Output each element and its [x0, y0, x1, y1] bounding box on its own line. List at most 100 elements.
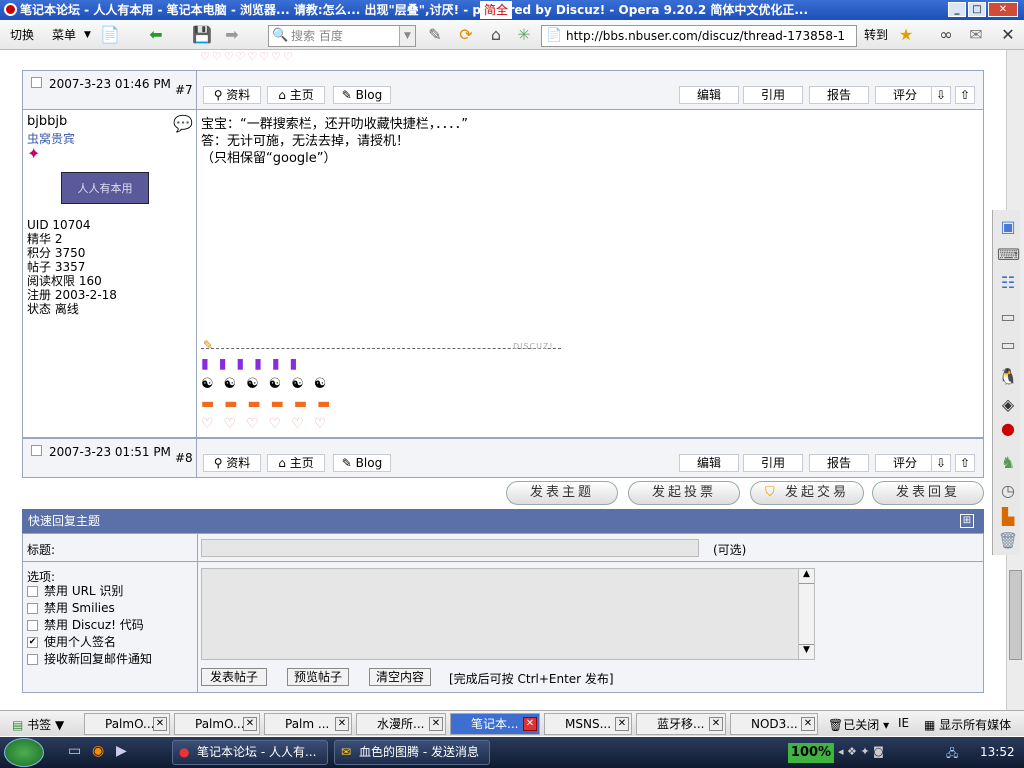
post8-report-button[interactable]: 报告 [809, 454, 869, 472]
tab-nod32[interactable]: NOD3... ✕ [730, 713, 818, 735]
post8-blog-button[interactable]: ✎ Blog [333, 454, 391, 472]
post7-profile-button[interactable]: ⚲ 资料 [203, 86, 261, 104]
close-icon[interactable]: ✕ [709, 717, 723, 731]
post8-profile-button[interactable]: ⚲ 资料 [203, 454, 261, 472]
message-textarea[interactable]: ▲ ▼ [201, 568, 815, 660]
task-opera[interactable]: ● 笔记本论坛 - 人人有... [172, 740, 328, 765]
menu-button[interactable]: 菜单 [52, 27, 76, 43]
post8-select-checkbox[interactable] [31, 445, 42, 456]
tab-palmo-2[interactable]: PalmO... ✕ [174, 713, 260, 735]
scroll-down-icon[interactable]: ⇩ [931, 454, 951, 472]
post8-quote-button[interactable]: 引用 [743, 454, 803, 472]
address-bar[interactable]: 📄 http://bbs.nbuser.com/discuz/thread-17… [541, 25, 857, 47]
ime-indicator[interactable]: 简全 [480, 1, 513, 19]
home-icon[interactable]: ⌂ [486, 25, 506, 45]
close-page-icon[interactable]: ✕ [998, 25, 1018, 45]
new-trade-button[interactable]: ⛉ 发起交易 [750, 481, 864, 505]
checkbox-checked[interactable]: ✔ [27, 637, 38, 648]
app-icon[interactable]: ◈ [997, 394, 1019, 416]
collapse-icon[interactable]: ⊞ [960, 514, 974, 528]
drive2-icon[interactable]: ▭ [997, 334, 1019, 356]
post7-edit-button[interactable]: 编辑 [679, 86, 739, 104]
chart-icon[interactable]: ▙ [997, 506, 1019, 528]
start-button[interactable] [4, 738, 44, 767]
search-input[interactable]: 🔍 搜索 百度 ▼ [268, 25, 416, 47]
chevron-down-icon[interactable]: ▼ [84, 27, 91, 43]
feed-icon[interactable]: ✳ [514, 25, 534, 45]
message-icon[interactable]: 💬 [173, 114, 193, 133]
opera-icon[interactable]: ● [997, 418, 1019, 440]
close-icon[interactable]: ✕ [243, 717, 257, 731]
refresh-icon[interactable]: ⟳ [456, 25, 476, 45]
clock-icon[interactable]: ◷ [997, 480, 1019, 502]
subject-input[interactable] [201, 539, 699, 557]
tab-bluetooth[interactable]: 蓝牙移... ✕ [636, 713, 726, 735]
close-icon[interactable]: ✕ [429, 717, 443, 731]
post8-edit-button[interactable]: 编辑 [679, 454, 739, 472]
search-dropdown-icon[interactable]: ▼ [399, 26, 415, 46]
option-use-signature[interactable]: ✔ 使用个人签名 [27, 634, 152, 651]
show-desktop-icon[interactable]: ▭ [68, 743, 81, 759]
clear-content-button[interactable]: 清空内容 [369, 668, 431, 686]
close-button[interactable]: ✕ [988, 2, 1018, 17]
scroll-down-icon[interactable]: ⇩ [931, 86, 951, 104]
task-messenger[interactable]: ✉ 血色的图腾 - 发送消息 [334, 740, 490, 765]
scroll-top-icon[interactable]: ⇧ [955, 86, 975, 104]
new-page-icon[interactable]: 📄 [100, 25, 120, 45]
minimize-button[interactable]: _ [948, 2, 966, 17]
option-disable-smilies[interactable]: 禁用 Smilies [27, 600, 152, 617]
submit-post-button[interactable]: 发表帖子 [201, 668, 267, 686]
post7-report-button[interactable]: 报告 [809, 86, 869, 104]
ie-label[interactable]: IE [898, 716, 909, 730]
save-icon[interactable]: 💾 [192, 25, 212, 45]
close-icon[interactable]: ✕ [153, 717, 167, 731]
back-arrow-icon[interactable]: ⬅ [146, 25, 166, 45]
option-email-notify[interactable]: 接收新回复邮件通知 [27, 651, 152, 668]
option-disable-discuz-code[interactable]: 禁用 Discuz! 代码 [27, 617, 152, 634]
checkbox[interactable] [27, 620, 38, 631]
post8-home-button[interactable]: ⌂ 主页 [267, 454, 325, 472]
post7-select-checkbox[interactable] [31, 77, 42, 88]
post7-quote-button[interactable]: 引用 [743, 86, 803, 104]
tab-palm[interactable]: Palm ... ✕ [264, 713, 352, 735]
switch-button[interactable]: 切换 [10, 27, 34, 43]
media-player-icon[interactable]: ▶ [116, 743, 127, 759]
network-tray-icon[interactable]: 🖧 [946, 745, 958, 764]
closed-tabs-button[interactable]: 🗑已关闭 ▾ [828, 716, 889, 733]
new-topic-button[interactable]: 发表主题 [506, 481, 618, 505]
close-icon[interactable]: ✕ [801, 717, 815, 731]
scroll-top-icon[interactable]: ⇧ [955, 454, 975, 472]
checkbox[interactable] [27, 603, 38, 614]
trash-icon[interactable]: 🗑 [997, 530, 1019, 552]
bookmark-star-icon[interactable]: ★ [896, 25, 916, 45]
computer-icon[interactable]: ⌨ [997, 244, 1020, 266]
binoculars-icon[interactable]: ∞ [936, 25, 956, 45]
close-icon[interactable]: ✕ [523, 717, 537, 731]
firefox-icon[interactable]: ◉ [92, 743, 104, 759]
zoom-indicator[interactable]: 100% [788, 743, 834, 763]
textarea-scrollbar[interactable]: ▲ ▼ [798, 569, 814, 659]
maximize-button[interactable]: □ [968, 2, 986, 17]
monitor-icon[interactable]: ▣ [997, 216, 1019, 238]
clock[interactable]: 13:52 [980, 745, 1015, 759]
scroll-down-icon[interactable]: ▼ [799, 644, 814, 659]
reply-button[interactable]: 发表回复 [872, 481, 984, 505]
checkbox[interactable] [27, 586, 38, 597]
close-icon[interactable]: ✕ [335, 717, 349, 731]
post7-home-button[interactable]: ⌂ 主页 [267, 86, 325, 104]
option-disable-url[interactable]: 禁用 URL 识别 [27, 583, 152, 600]
game-icon[interactable]: ♞ [997, 452, 1019, 474]
new-poll-button[interactable]: 发起投票 [628, 481, 740, 505]
preview-post-button[interactable]: 预览帖子 [287, 668, 349, 686]
tab-shuiman[interactable]: 水漫所... ✕ [356, 713, 446, 735]
post7-rate-button[interactable]: 评分 [875, 86, 935, 104]
checkbox[interactable] [27, 654, 38, 665]
notes-icon[interactable]: ✉ [966, 25, 986, 45]
post7-number[interactable]: #7 [175, 83, 193, 97]
pen-icon[interactable]: ✎ [425, 25, 445, 45]
tab-nbuser[interactable]: 笔记本... ✕ [450, 713, 540, 735]
post8-number[interactable]: #8 [175, 451, 193, 465]
close-icon[interactable]: ✕ [615, 717, 629, 731]
post8-rate-button[interactable]: 评分 [875, 454, 935, 472]
tray-icons[interactable]: ◂ ❖ ✦ ◙ [838, 745, 884, 758]
